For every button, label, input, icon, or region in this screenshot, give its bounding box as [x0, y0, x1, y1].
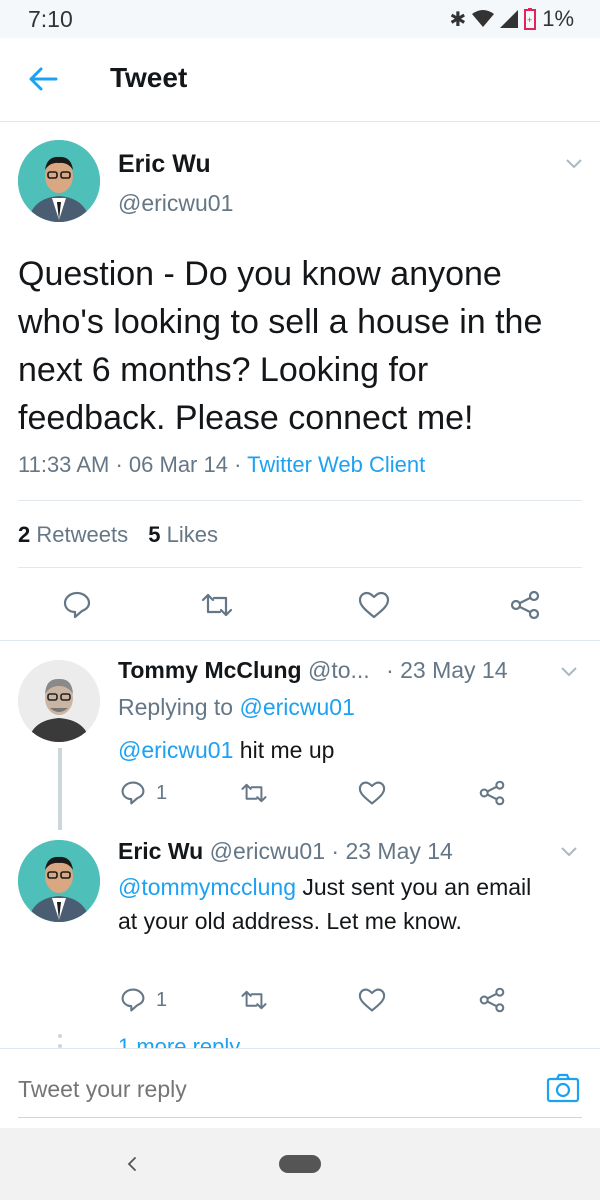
share-icon[interactable] [478, 780, 506, 806]
reply-count: 1 [156, 989, 168, 1011]
replying-to-label: Replying to [118, 694, 234, 720]
camera-icon[interactable] [546, 1073, 580, 1103]
signal-icon [500, 10, 519, 28]
reply-icon[interactable] [62, 590, 92, 620]
reply-header: Tommy McClung @to... · 23 May 14 [118, 657, 548, 684]
input-underline [18, 1117, 582, 1118]
reply-header: Eric Wu @ericwu01 · 23 May 14 [118, 838, 548, 865]
share-icon[interactable] [509, 590, 541, 620]
status-time: 7:10 [28, 6, 73, 32]
reply-text: @ericwu01 hit me up [118, 733, 568, 767]
avatar-image [18, 840, 100, 922]
battery-percent: 1% [542, 6, 574, 31]
divider [18, 500, 582, 501]
likes-count: 5 [148, 522, 161, 547]
wifi-icon [472, 10, 495, 27]
avatar[interactable] [18, 140, 100, 222]
tweet-text: Question - Do you know anyone who's look… [18, 255, 543, 437]
author-name[interactable]: Eric Wu [118, 150, 211, 179]
reply-compose-bar [0, 1048, 600, 1128]
nav-back-icon[interactable] [126, 1156, 138, 1172]
chevron-down-icon[interactable] [560, 846, 578, 858]
battery-icon: + [524, 8, 537, 30]
meta-separator: · [234, 452, 248, 477]
reply-icon[interactable] [120, 987, 146, 1013]
retweets-stat[interactable]: 2 Retweets [18, 522, 134, 547]
thread-line-dotted [58, 1034, 62, 1048]
like-icon[interactable] [358, 987, 386, 1013]
like-icon[interactable] [358, 780, 386, 806]
share-icon[interactable] [478, 987, 506, 1013]
author-handle[interactable]: @ericwu01 [118, 190, 233, 217]
reply-text: @tommymcclung Just sent you an email at … [118, 870, 548, 938]
reply-count: 1 [156, 782, 168, 804]
svg-text:+: + [527, 15, 532, 25]
likes-label: Likes [166, 522, 218, 547]
chevron-down-icon[interactable] [560, 666, 578, 678]
bluetooth-icon: ✱ [449, 8, 467, 31]
replying-to-link[interactable]: @ericwu01 [239, 694, 354, 720]
meta-separator: · [115, 452, 129, 477]
more-replies-link[interactable]: 1 more reply [118, 1036, 240, 1048]
retweet-icon[interactable] [200, 590, 234, 620]
tweet-client-link[interactable]: Twitter Web Client [247, 452, 425, 477]
like-icon[interactable] [358, 590, 390, 620]
reply-body: hit me up [233, 737, 335, 763]
thread-line [58, 748, 62, 830]
status-bar: 7:10 ✱ + 1% [0, 0, 600, 38]
retweet-icon[interactable] [240, 987, 268, 1013]
tweet-meta: 11:33 AM · 06 Mar 14 · Twitter Web Clien… [18, 452, 425, 478]
reply-author-handle[interactable]: @to... [308, 657, 370, 683]
reply-author-name[interactable]: Tommy McClung [118, 657, 302, 683]
avatar[interactable] [18, 660, 100, 742]
divider [18, 567, 582, 568]
more-replies-label: 1 more reply [118, 1036, 240, 1048]
home-pill[interactable] [279, 1155, 321, 1173]
status-icons: ✱ + 1% [449, 6, 574, 32]
chevron-down-icon[interactable] [565, 158, 583, 170]
retweets-count: 2 [18, 522, 31, 547]
reply-date: · 23 May 14 [386, 657, 508, 683]
page-title: Tweet [110, 62, 188, 93]
avatar-image [18, 660, 100, 742]
reply-author-name[interactable]: Eric Wu [118, 838, 203, 864]
tweet-date: 06 Mar 14 [128, 452, 228, 477]
replying-to-line: Replying to @ericwu01 [118, 694, 355, 721]
reply-date: · 23 May 14 [331, 838, 453, 864]
mention-link[interactable]: @ericwu01 [118, 737, 233, 763]
reply-author-handle[interactable]: @ericwu01 [210, 838, 325, 864]
retweets-label: Retweets [36, 522, 129, 547]
top-bar: Tweet [0, 38, 600, 122]
avatar-image [18, 140, 100, 222]
likes-stat[interactable]: 5 Likes [148, 522, 218, 547]
tweet-time: 11:33 AM [18, 452, 110, 477]
tweet-stats: 2 Retweets 5 Likes [18, 522, 218, 548]
section-divider [0, 640, 600, 641]
retweet-icon[interactable] [240, 780, 268, 806]
reply-icon[interactable] [120, 780, 146, 806]
reply-input[interactable] [18, 1069, 518, 1109]
system-nav-bar [0, 1128, 600, 1200]
mention-link[interactable]: @tommymcclung [118, 874, 296, 900]
avatar[interactable] [18, 840, 100, 922]
back-arrow-icon[interactable] [26, 62, 60, 96]
